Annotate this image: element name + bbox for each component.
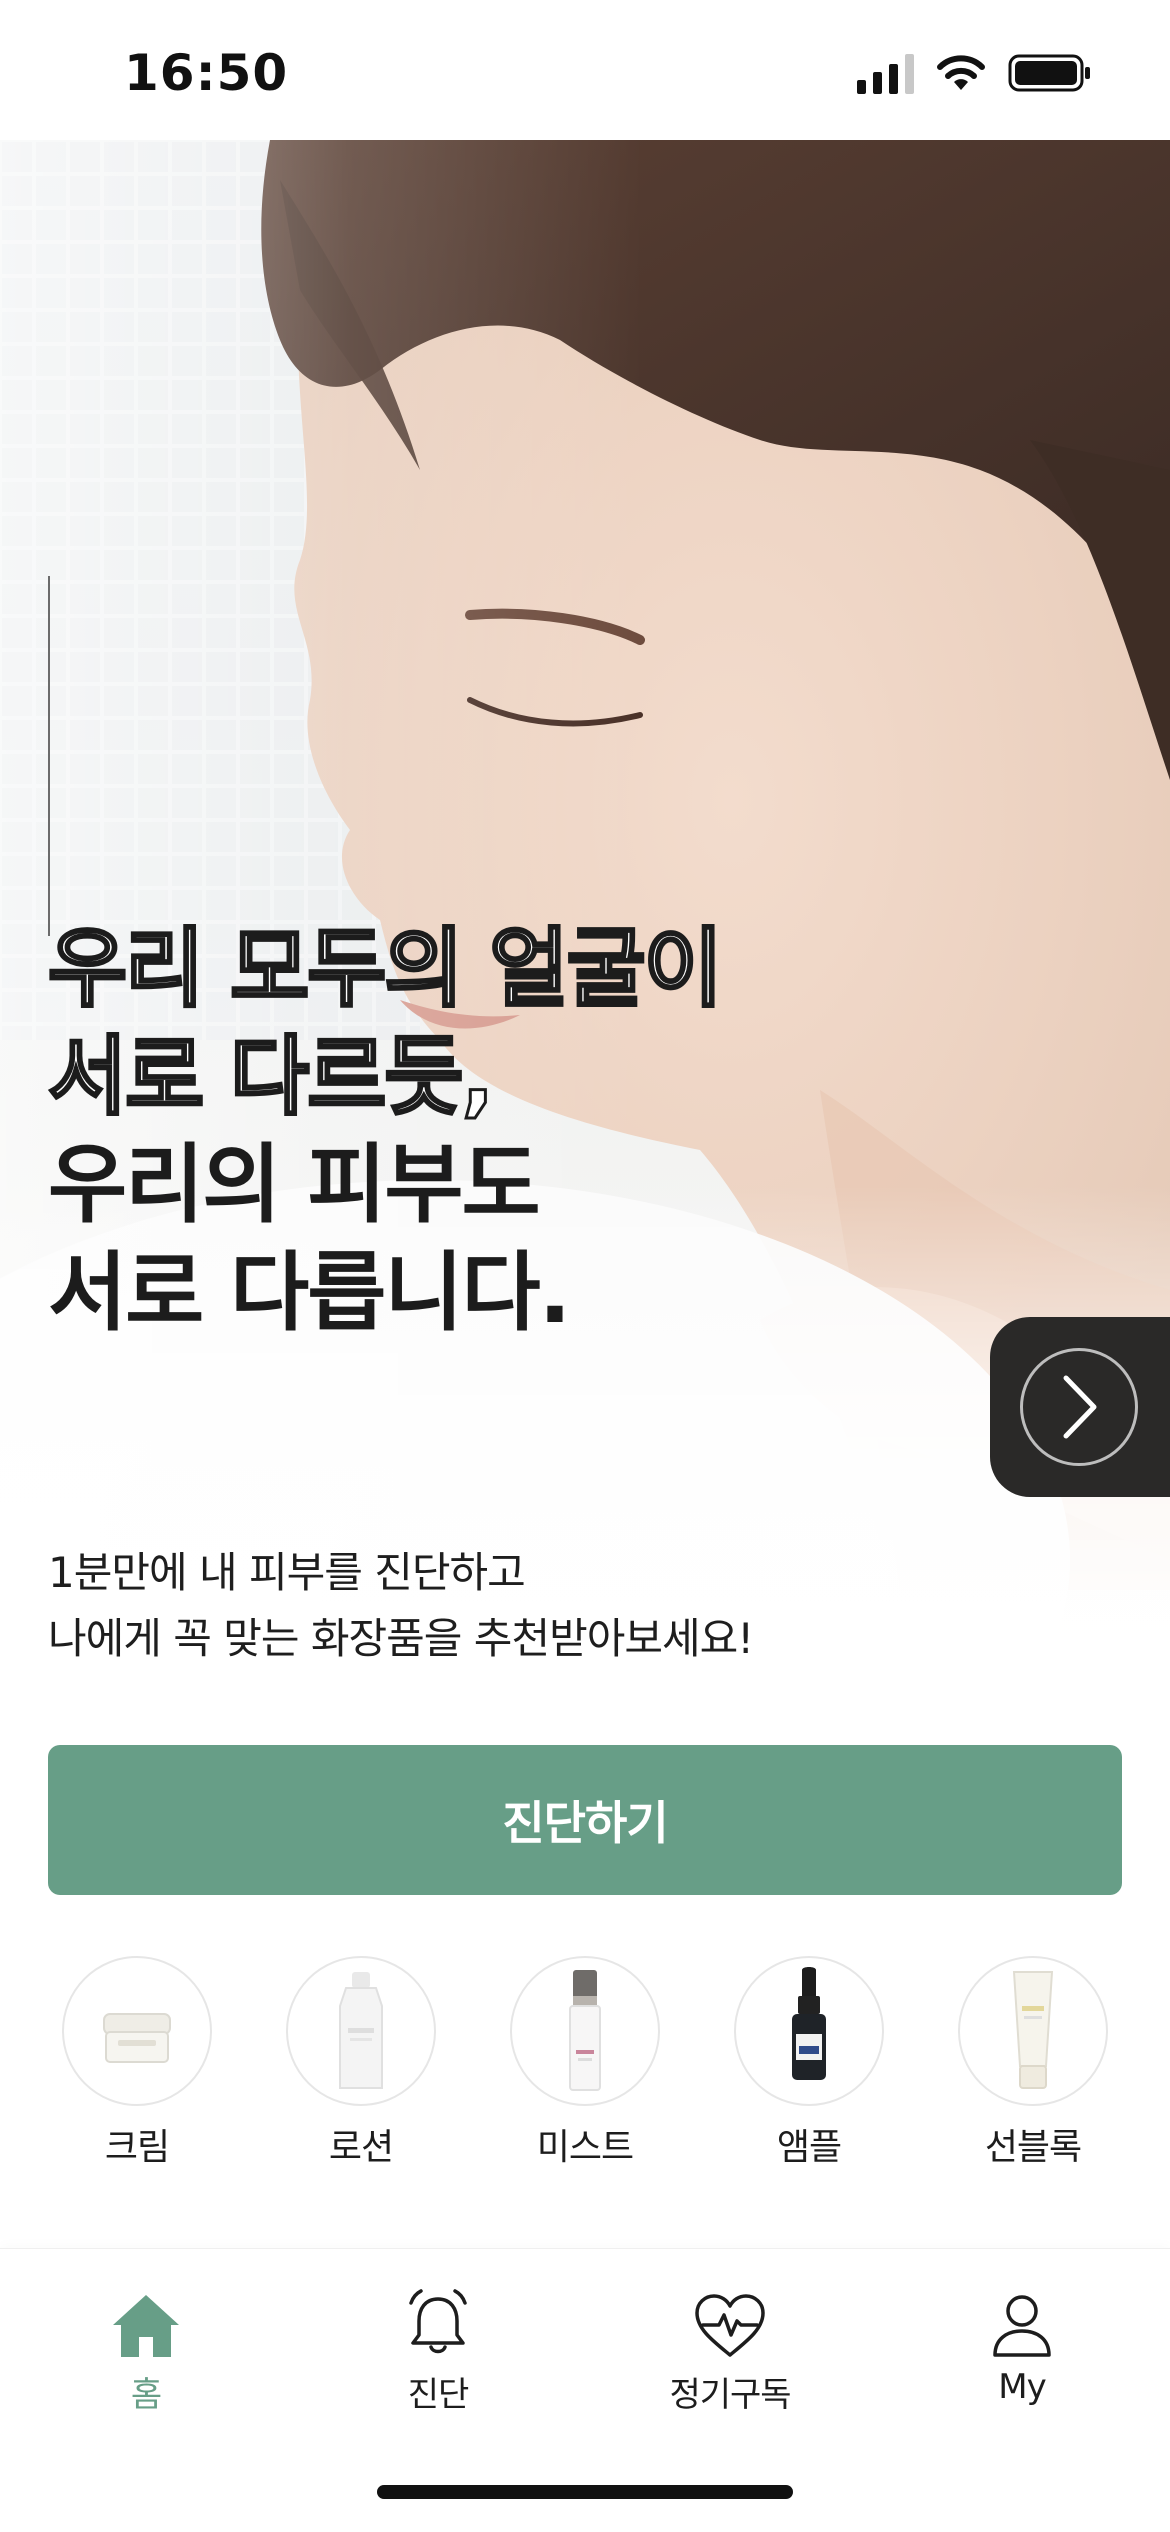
heart-pulse-icon (640, 2279, 820, 2359)
sunblock-tube-icon (958, 1956, 1108, 2106)
home-indicator (377, 2485, 793, 2499)
category-label: 앰플 (776, 2127, 842, 2168)
diagnose-button[interactable]: 진단하기 (48, 1745, 1122, 1895)
category-ampoule[interactable]: 앰플 (734, 1956, 884, 2170)
tab-label: My (998, 2367, 1046, 2407)
subtext-line-1: 1분만에 내 피부를 진단하고 (48, 1548, 526, 1597)
category-lotion[interactable]: 로션 (286, 1956, 436, 2170)
category-list: 크림 로션 미스트 앰플 선블록 (0, 1956, 1170, 2168)
hero-headline: 우리 모두의 얼굴이 서로 다르듯, 우리의 피부도 서로 다릅니다. (47, 915, 725, 1347)
category-cream[interactable]: 크림 (62, 1956, 212, 2170)
battery-icon (1008, 53, 1092, 93)
tab-my[interactable]: My (932, 2279, 1112, 2407)
tab-diagnosis[interactable]: 진단 (348, 2279, 528, 2416)
status-bar: 16:50 (0, 0, 1170, 140)
ampoule-dropper-icon (734, 1956, 884, 2106)
cream-jar-icon (62, 1956, 212, 2106)
category-label: 선블록 (984, 2127, 1082, 2168)
hero-banner: 우리 모두의 얼굴이 서로 다르듯, 우리의 피부도 서로 다릅니다. 1분만에… (0, 140, 1170, 1705)
user-icon (932, 2279, 1112, 2359)
headline-line-4: 서로 다릅니다. (48, 1243, 571, 1343)
category-sunblock[interactable]: 선블록 (958, 1956, 1108, 2170)
subtext-line-2: 나에게 꼭 맞는 화장품을 추천받아보세요! (48, 1614, 754, 1663)
chevron-right-icon (1020, 1348, 1138, 1466)
category-mist[interactable]: 미스트 (510, 1956, 660, 2170)
home-icon (56, 2279, 236, 2359)
hero-next-button[interactable] (990, 1317, 1170, 1497)
lotion-bottle-icon (286, 1956, 436, 2106)
status-icons (857, 52, 1092, 94)
wifi-icon (936, 54, 986, 92)
headline-line-3: 우리의 피부도 (48, 1135, 541, 1235)
tab-subscription[interactable]: 정기구독 (640, 2279, 820, 2416)
hero-subtext: 1분만에 내 피부를 진단하고 나에게 꼭 맞는 화장품을 추천받아보세요! (48, 1540, 754, 1672)
bell-icon (348, 2279, 528, 2359)
mist-bottle-icon (510, 1956, 660, 2106)
tab-label: 정기구독 (669, 2375, 791, 2415)
app-screen: 16:50 우리 모두의 얼굴이 서로 다르듯, 우리의 피부도 서로 다릅니다… (0, 0, 1170, 2532)
hero-accent-line (48, 576, 50, 936)
status-time: 16:50 (124, 44, 289, 102)
category-label: 미스트 (536, 2127, 634, 2168)
tab-label: 진단 (407, 2375, 470, 2415)
category-label: 크림 (104, 2127, 170, 2168)
tab-label: 홈 (130, 2375, 162, 2415)
category-label: 로션 (328, 2127, 394, 2168)
tab-home[interactable]: 홈 (56, 2279, 236, 2416)
headline-line-2: 서로 다르듯, (47, 1026, 496, 1129)
cellular-signal-icon (857, 52, 914, 94)
headline-line-1: 우리 모두의 얼굴이 (47, 918, 725, 1021)
